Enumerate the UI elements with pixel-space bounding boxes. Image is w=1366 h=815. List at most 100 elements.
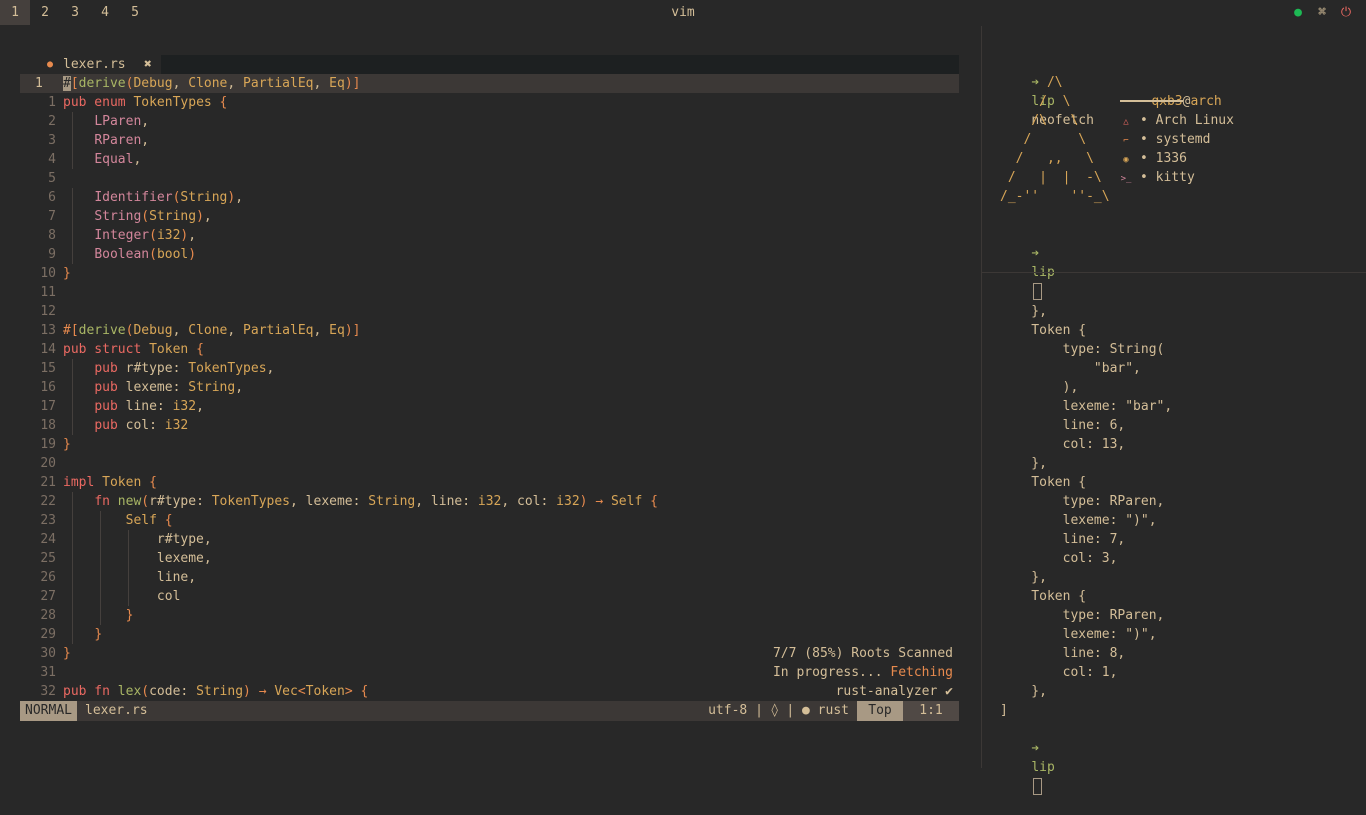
code-token: i32 bbox=[156, 228, 181, 243]
neofetch-info-line: >_ • kitty bbox=[1120, 168, 1195, 187]
code-token: , bbox=[172, 76, 189, 91]
power-icon[interactable]: ⏻ bbox=[1337, 4, 1355, 22]
code-token: PartialEq bbox=[243, 76, 314, 91]
info-text: • kitty bbox=[1140, 170, 1195, 185]
code-line[interactable]: 12 bbox=[20, 302, 959, 321]
indent-guide bbox=[72, 112, 73, 169]
code-token: # bbox=[63, 76, 71, 91]
terminal-output[interactable]: }, Token { type: String( "bar", ), lexem… bbox=[982, 273, 1366, 795]
code-token: { bbox=[149, 475, 157, 490]
code-token: col: bbox=[125, 418, 165, 433]
code-line[interactable]: 27 col bbox=[20, 587, 959, 606]
line-text: } bbox=[63, 644, 71, 663]
close-icon[interactable]: ✖ bbox=[144, 55, 152, 74]
output-line: }, bbox=[1000, 304, 1047, 319]
code-token: i32 bbox=[172, 399, 197, 414]
code-line[interactable]: 13 #[derive(Debug, Clone, PartialEq, Eq)] bbox=[20, 321, 959, 340]
code-token: , bbox=[188, 228, 197, 243]
code-token: code: bbox=[149, 684, 197, 699]
code-token: new bbox=[117, 494, 142, 509]
prompt-arrow-icon: ➔ bbox=[1031, 741, 1040, 756]
code-line[interactable]: 29 } bbox=[20, 625, 959, 644]
line-text: } bbox=[63, 264, 71, 283]
code-line[interactable]: 8 Integer(i32), bbox=[20, 226, 959, 245]
code-line[interactable]: 26 line, bbox=[20, 568, 959, 587]
code-token: } bbox=[63, 646, 71, 661]
line-number: 14 bbox=[40, 342, 56, 357]
line-number: 7 bbox=[48, 209, 56, 224]
output-line: }, bbox=[1000, 570, 1047, 585]
code-token: , bbox=[227, 76, 244, 91]
prompt-line-empty[interactable]: ➔ lip bbox=[1000, 225, 1055, 300]
line-number: 26 bbox=[40, 570, 56, 585]
code-line[interactable]: 19} bbox=[20, 435, 959, 454]
line-number: 19 bbox=[40, 437, 56, 452]
code-token: TokenTypes bbox=[133, 95, 220, 110]
code-line[interactable]: 32 pub fn lex(code: String) → Vec<Token> … bbox=[20, 682, 959, 701]
neofetch-info-line: ⌐ • systemd bbox=[1120, 130, 1210, 149]
code-token: LParen bbox=[94, 114, 142, 129]
tab-label: lexer.rs bbox=[63, 57, 126, 72]
tab-lexer-rs[interactable]: ● lexer.rs ✖ bbox=[20, 55, 161, 74]
code-token: } bbox=[63, 266, 71, 281]
terminal-neofetch[interactable]: ➔ lip neofetch /\ / \ /\ \ / \ / ,, \ / … bbox=[982, 26, 1366, 300]
code-token: Eq bbox=[329, 76, 345, 91]
code-line[interactable]: 1 pub enum TokenTypes { bbox=[20, 93, 959, 112]
line-text: pub fn lex(code: String) → Vec<Token> { bbox=[63, 682, 368, 701]
line-text: #[derive(Debug, Clone, PartialEq, Eq)] bbox=[63, 321, 360, 340]
status-scroll-position: Top bbox=[857, 701, 903, 721]
network-icon[interactable]: ⌘ bbox=[1313, 4, 1331, 22]
code-line[interactable]: 6 Identifier(String), bbox=[20, 188, 959, 207]
code-line[interactable]: 28 } bbox=[20, 606, 959, 625]
line-text: pub col: i32 bbox=[63, 416, 188, 435]
code-line[interactable]: 15 pub r#type: TokenTypes, bbox=[20, 359, 959, 378]
code-line[interactable]: 2 LParen, bbox=[20, 112, 959, 131]
spotify-icon[interactable]: ● bbox=[1289, 4, 1307, 22]
code-line[interactable]: 21 impl Token { bbox=[20, 473, 959, 492]
info-icon: >_ bbox=[1120, 174, 1132, 184]
code-token: , col: bbox=[501, 494, 557, 509]
code-token: Identifier bbox=[94, 190, 173, 205]
prompt-line-empty[interactable]: ➔ lip bbox=[1000, 720, 1055, 795]
code-line[interactable]: 24 r#type, bbox=[20, 530, 959, 549]
code-line[interactable]: 25 lexeme, bbox=[20, 549, 959, 568]
code-token: String bbox=[149, 209, 197, 224]
code-line[interactable]: 5 bbox=[20, 169, 959, 188]
code-token: ) bbox=[243, 684, 251, 699]
code-line[interactable]: 11 bbox=[20, 283, 959, 302]
code-line[interactable]: 16 pub lexeme: String, bbox=[20, 378, 959, 397]
code-line[interactable]: 22 fn new(r#type: TokenTypes, lexeme: St… bbox=[20, 492, 959, 511]
line-number: 2 bbox=[48, 114, 56, 129]
code-line[interactable]: 18 pub col: i32 bbox=[20, 416, 959, 435]
ascii-line: /\ \ bbox=[1000, 113, 1079, 128]
ascii-line: /_-'' ''-_\ bbox=[1000, 189, 1110, 204]
code-line[interactable]: 17 pub line: i32, bbox=[20, 397, 959, 416]
code-token: pub struct bbox=[63, 342, 150, 357]
ascii-line: / ,, \ bbox=[1000, 151, 1094, 166]
neofetch-underline bbox=[1120, 100, 1183, 102]
code-token: #[ bbox=[63, 323, 79, 338]
code-token: , bbox=[266, 361, 275, 376]
vim-editor[interactable]: ● lexer.rs ✖ 1 #[derive(Debug, Clone, Par… bbox=[20, 55, 959, 721]
code-line[interactable]: 20 bbox=[20, 454, 959, 473]
code-line[interactable]: 9 Boolean(bool) bbox=[20, 245, 959, 264]
code-token: Eq bbox=[329, 323, 345, 338]
code-line[interactable]: 23 Self { bbox=[20, 511, 959, 530]
line-text: lexeme, bbox=[63, 549, 212, 568]
code-line[interactable]: 7 String(String), bbox=[20, 207, 959, 226]
code-buffer[interactable]: 1 #[derive(Debug, Clone, PartialEq, Eq)] 1… bbox=[20, 74, 959, 701]
code-line[interactable]: 3 RParen, bbox=[20, 131, 959, 150]
code-line[interactable]: 14 pub struct Token { bbox=[20, 340, 959, 359]
status-file-info: utf-8 | ◊ | ● rust bbox=[708, 703, 849, 718]
indent-guide bbox=[72, 492, 73, 644]
code-line[interactable]: 4 Equal, bbox=[20, 150, 959, 169]
code-token: i32 bbox=[164, 418, 189, 433]
code-line[interactable]: 10} bbox=[20, 264, 959, 283]
code-token: impl bbox=[63, 475, 103, 490]
code-token: , bbox=[313, 76, 330, 91]
neofetch-info-line: ◉ • 1336 bbox=[1120, 149, 1187, 168]
code-token: derive bbox=[78, 76, 126, 91]
code-line[interactable]: 1 #[derive(Debug, Clone, PartialEq, Eq)] bbox=[20, 74, 959, 93]
statusline: NORMAL lexer.rs utf-8 | ◊ | ● rust Top 1… bbox=[20, 701, 959, 721]
